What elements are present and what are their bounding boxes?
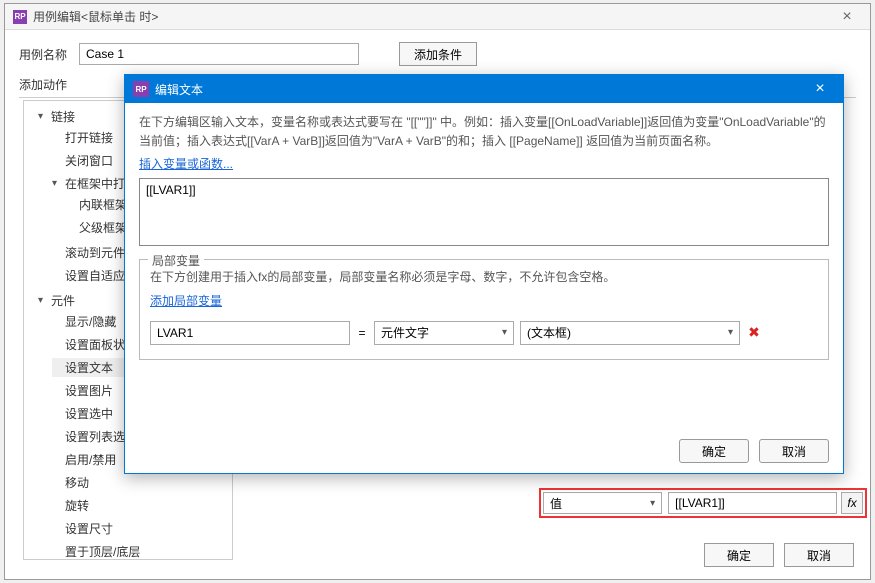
modal-close-icon[interactable]: × (805, 80, 835, 98)
chevron-down-icon: ▾ (502, 327, 507, 338)
modal-title: 编辑文本 (155, 81, 805, 98)
tree-item[interactable]: 移动 (52, 473, 232, 492)
var-target-select[interactable]: (文本框) ▾ (520, 321, 740, 345)
equals-label: = (356, 326, 368, 340)
tree-item[interactable]: 旋转 (52, 496, 232, 515)
delete-var-icon[interactable]: ✖ (746, 324, 762, 341)
var-target-label: (文本框) (527, 324, 571, 341)
rp-app-icon: RP (133, 81, 149, 97)
modal-description: 在下方编辑区输入文本，变量名称或表达式要写在 "[[""]]" 中。例如：插入变… (139, 113, 829, 151)
main-close-icon[interactable]: × (832, 8, 862, 26)
modal-titlebar: RP 编辑文本 × (125, 75, 843, 103)
main-ok-button[interactable]: 确定 (704, 543, 774, 567)
value-type-select[interactable]: 值 ▾ (543, 492, 662, 514)
modal-cancel-button[interactable]: 取消 (759, 439, 829, 463)
local-variable-row: = 元件文字 ▾ (文本框) ▾ ✖ (150, 321, 818, 345)
main-footer: 确定 取消 (704, 543, 854, 567)
value-text-input[interactable] (668, 492, 837, 514)
expression-textarea[interactable]: [[LVAR1]] (139, 178, 829, 246)
case-name-row: 用例名称 添加条件 (19, 42, 856, 66)
tree-item[interactable]: 设置尺寸 (52, 519, 232, 538)
edit-text-dialog: RP 编辑文本 × 在下方编辑区输入文本，变量名称或表达式要写在 "[[""]]… (124, 74, 844, 474)
insert-variable-link[interactable]: 插入变量或函数... (139, 155, 233, 172)
case-name-label: 用例名称 (19, 46, 79, 63)
main-window-title: 用例编辑<鼠标单击 时> (33, 8, 832, 25)
tree-item[interactable]: 置于顶层/底层 (52, 542, 232, 560)
local-var-description: 在下方创建用于插入fx的局部变量，局部变量名称必须是字母、数字，不允许包含空格。 (150, 268, 818, 287)
modal-body: 在下方编辑区输入文本，变量名称或表达式要写在 "[[""]]" 中。例如：插入变… (125, 103, 843, 370)
add-condition-button[interactable]: 添加条件 (399, 42, 477, 66)
main-cancel-button[interactable]: 取消 (784, 543, 854, 567)
var-type-label: 元件文字 (381, 324, 429, 341)
var-name-input[interactable] (150, 321, 350, 345)
value-bar: 值 ▾ fx (539, 488, 867, 518)
add-local-variable-link[interactable]: 添加局部变量 (150, 292, 222, 309)
modal-footer: 确定 取消 (679, 439, 829, 463)
rp-app-icon: RP (13, 10, 27, 24)
value-type-label: 值 (550, 495, 562, 512)
main-titlebar: RP 用例编辑<鼠标单击 时> × (5, 4, 870, 30)
chevron-down-icon: ▾ (650, 498, 655, 509)
modal-ok-button[interactable]: 确定 (679, 439, 749, 463)
local-variables-fieldset: 局部变量 在下方创建用于插入fx的局部变量，局部变量名称必须是字母、数字，不允许… (139, 259, 829, 359)
chevron-down-icon: ▾ (728, 327, 733, 338)
case-name-input[interactable] (79, 43, 359, 65)
fieldset-legend: 局部变量 (148, 252, 204, 269)
fx-button[interactable]: fx (841, 492, 863, 514)
var-type-select[interactable]: 元件文字 ▾ (374, 321, 514, 345)
